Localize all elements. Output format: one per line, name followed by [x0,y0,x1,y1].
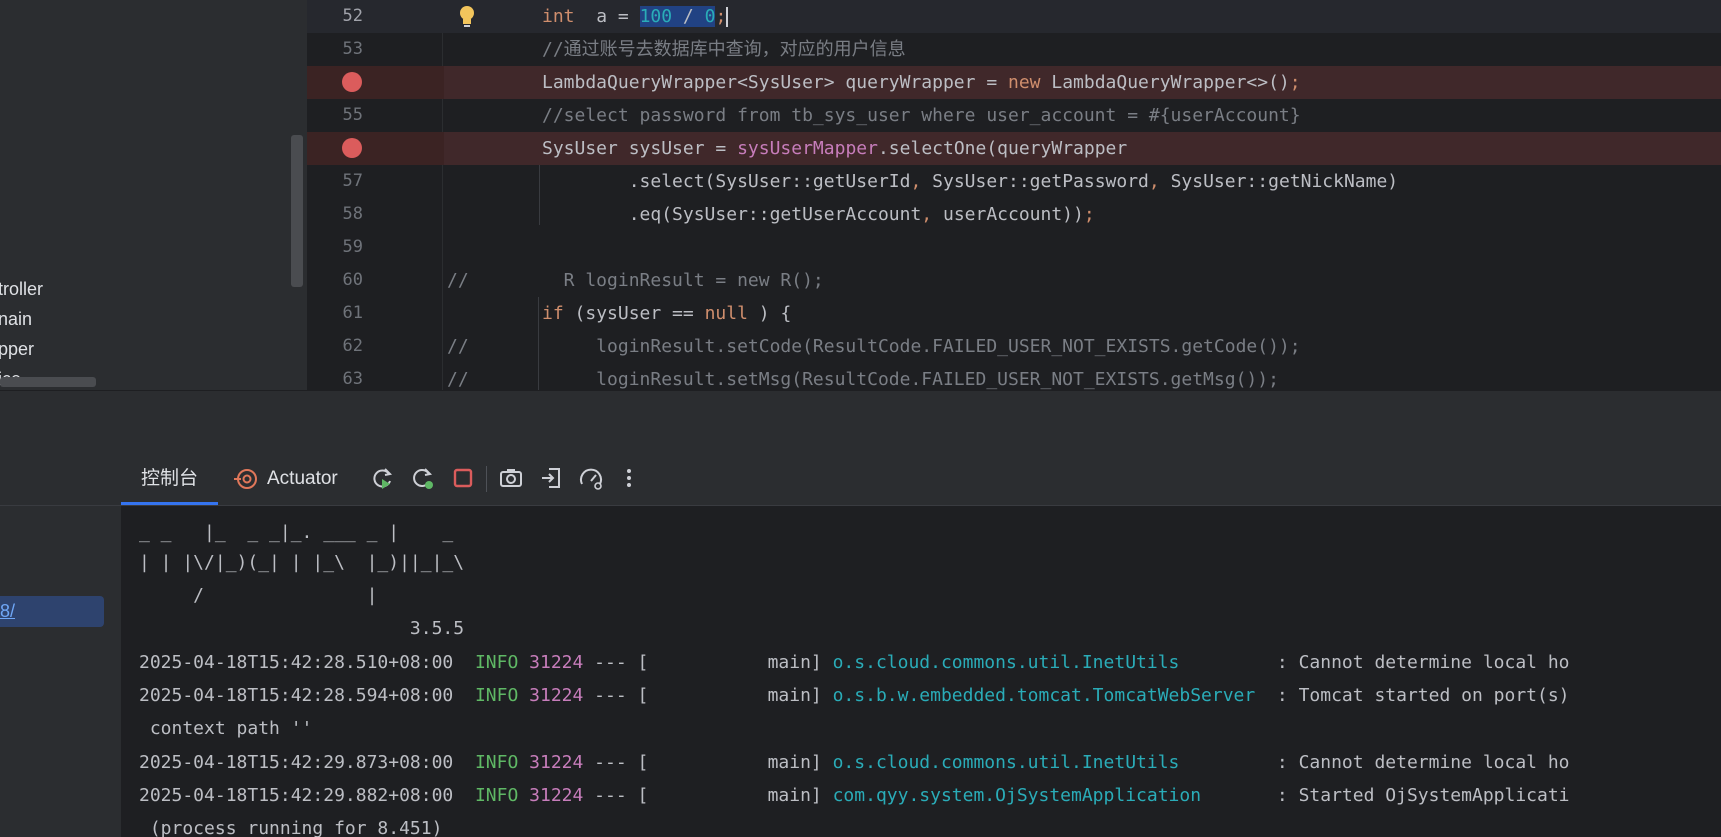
code-line[interactable]: 62 // loginResult.setCode(ResultCode.FAIL… [307,330,1721,363]
tree-item-domain[interactable]: nain [0,309,32,330]
console-line: context path '' [139,718,313,739]
line-number: 52 [342,6,363,26]
project-horizontal-scrollbar[interactable] [0,377,96,387]
text-caret [726,7,729,27]
tab-console-underline [121,502,218,505]
console-line: 2025-04-18T15:42:29.873+08:00 INFO 31224… [139,752,1570,773]
project-tree-panel: troller nain pper ice [0,0,307,390]
code-line[interactable]: 57 .select(SysUser::getUserId, SysUser::… [307,165,1721,198]
tool-window-splitter[interactable] [0,390,1721,452]
code-text: LambdaQueryWrapper<SysUser> queryWrapper… [542,72,1301,93]
tree-item-mapper[interactable]: pper [0,339,34,360]
stop-icon[interactable] [451,466,475,490]
code-text: //select password from tb_sys_user where… [542,105,1301,126]
indent-guide [539,165,540,225]
line-number: 55 [342,105,363,125]
code-line[interactable]: LambdaQueryWrapper<SysUser> queryWrapper… [307,66,1721,99]
tab-actuator[interactable]: Actuator [233,452,338,505]
project-vertical-scrollbar[interactable] [291,135,303,287]
code-line[interactable]: 63 // loginResult.setMsg(ResultCode.FAILE… [307,363,1721,390]
code-text: .eq(SysUser::getUserAccount, userAccount… [542,204,1095,225]
line-number: 63 [342,369,363,389]
console-line: 2025-04-18T15:42:28.594+08:00 INFO 31224… [139,685,1570,706]
code-line[interactable]: 55 //select password from tb_sys_user whe… [307,99,1721,132]
code-text: loginResult.setMsg(ResultCode.FAILED_USE… [542,369,1279,390]
tree-item-label: pper [0,339,35,359]
splitter-border [0,390,1721,391]
code-text: if (sysUser == null ) { [542,303,792,324]
line-number: 60 [342,270,363,290]
tree-item-controller[interactable]: troller [0,279,43,300]
exit-icon[interactable] [539,466,563,490]
code-text: loginResult.setCode(ResultCode.FAILED_US… [542,336,1301,357]
code-text: //通过账号去数据库中查询，对应的用户信息 [542,39,906,60]
code-line[interactable]: 60 // R loginResult = new R(); [307,264,1721,297]
run-toolbar: 控制台 Actuator [121,452,1721,506]
console-line: 2025-04-18T15:42:28.510+08:00 INFO 31224… [139,652,1570,673]
line-comment-marker: // [447,369,469,390]
tab-console-label: 控制台 [141,468,199,489]
console-line: / | [139,585,378,606]
breakpoint-icon[interactable] [342,138,362,158]
run-panel-header [0,452,121,506]
rerun-debug-icon[interactable] [411,466,435,490]
indent-guide [538,297,539,390]
line-comment-marker: // [447,336,469,357]
breakpoint-icon[interactable] [342,72,362,92]
code-line[interactable]: 61 if (sysUser == null ) { [307,297,1721,330]
line-number: 59 [342,237,363,257]
run-config-link[interactable]: 8/ [0,596,15,627]
code-text: .select(SysUser::getUserId, SysUser::get… [542,171,1399,192]
code-line[interactable]: 59 [307,231,1721,264]
code-line[interactable]: 53 //通过账号去数据库中查询，对应的用户信息 [307,33,1721,66]
line-comment-marker: // [447,270,469,291]
tree-item-label: nain [0,309,33,329]
actuator-icon [234,469,257,489]
console-line: 2025-04-18T15:42:29.882+08:00 INFO 31224… [139,785,1570,806]
code-text: R loginResult = new R(); [542,270,824,291]
line-number: 58 [342,204,363,224]
profiler-icon[interactable] [579,466,603,490]
run-config-item[interactable]: 8/ [0,596,104,627]
code-line[interactable]: SysUser sysUser = sysUserMapper.selectOn… [307,132,1721,165]
line-number: 62 [342,336,363,356]
console-output[interactable]: '_ _ |_ _ _|_. ___ _ | _| | |\/|_)(_| | … [121,506,1721,837]
code-text: int a = 100 / 0; [542,6,729,27]
more-icon[interactable] [617,466,641,490]
code-editor[interactable]: 52 int a = 100 / 0; 53 //通过账号去数据库中查询，对应的用户信… [307,0,1721,390]
line-number: 61 [342,303,363,323]
code-line[interactable]: 58 .eq(SysUser::getUserAccount, userAcco… [307,198,1721,231]
toolbar-separator [486,466,487,492]
console-line: | | |\/|_)(_| | |_\ |_)||_|_\ [139,552,465,573]
rerun-icon[interactable] [371,466,395,490]
tree-item-label: troller [0,279,44,299]
run-configurations-panel [0,452,122,837]
screenshot-icon[interactable] [499,466,523,490]
lightbulb-icon[interactable] [456,4,478,30]
console-line: 3.5.5 [139,618,465,639]
line-number: 57 [342,171,363,191]
console-line: (process running for 8.451) [139,818,443,837]
code-text: SysUser sysUser = sysUserMapper.selectOn… [542,138,1128,159]
code-line[interactable]: 52 int a = 100 / 0; [307,0,1721,33]
console-line: _ _ |_ _ _|_. ___ _ | _ [139,522,454,543]
tab-console[interactable]: 控制台 [141,452,198,505]
line-number: 53 [342,39,363,59]
tab-actuator-label: Actuator [267,468,338,489]
